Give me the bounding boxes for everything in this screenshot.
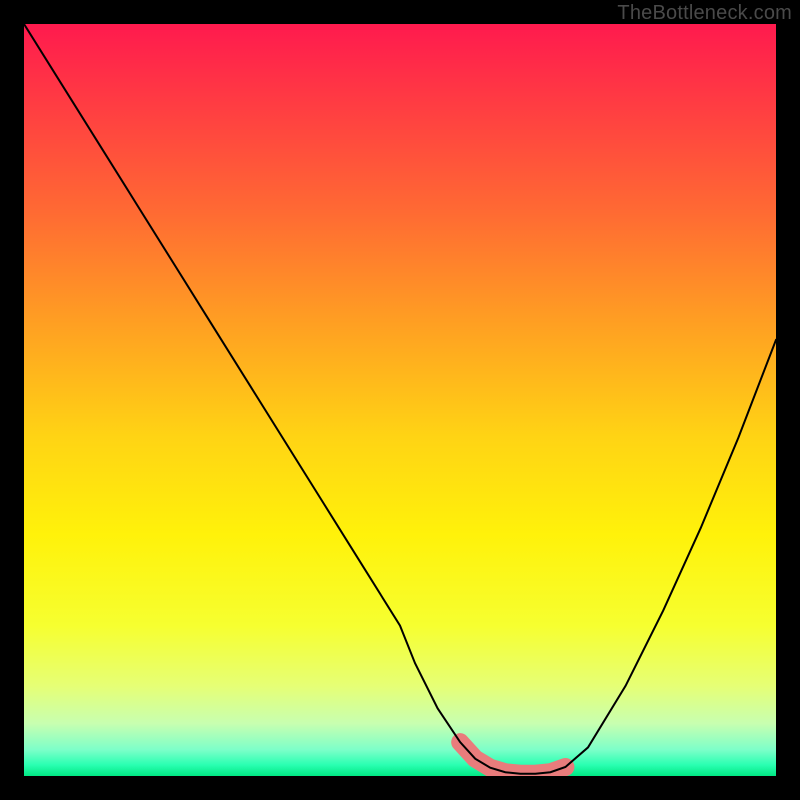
highlight-marker (460, 742, 565, 774)
bottleneck-curve (24, 24, 776, 774)
curve-layer (24, 24, 776, 776)
watermark-text: TheBottleneck.com (617, 2, 792, 25)
chart-stage: TheBottleneck.com (0, 0, 800, 800)
plot-area (24, 24, 776, 776)
